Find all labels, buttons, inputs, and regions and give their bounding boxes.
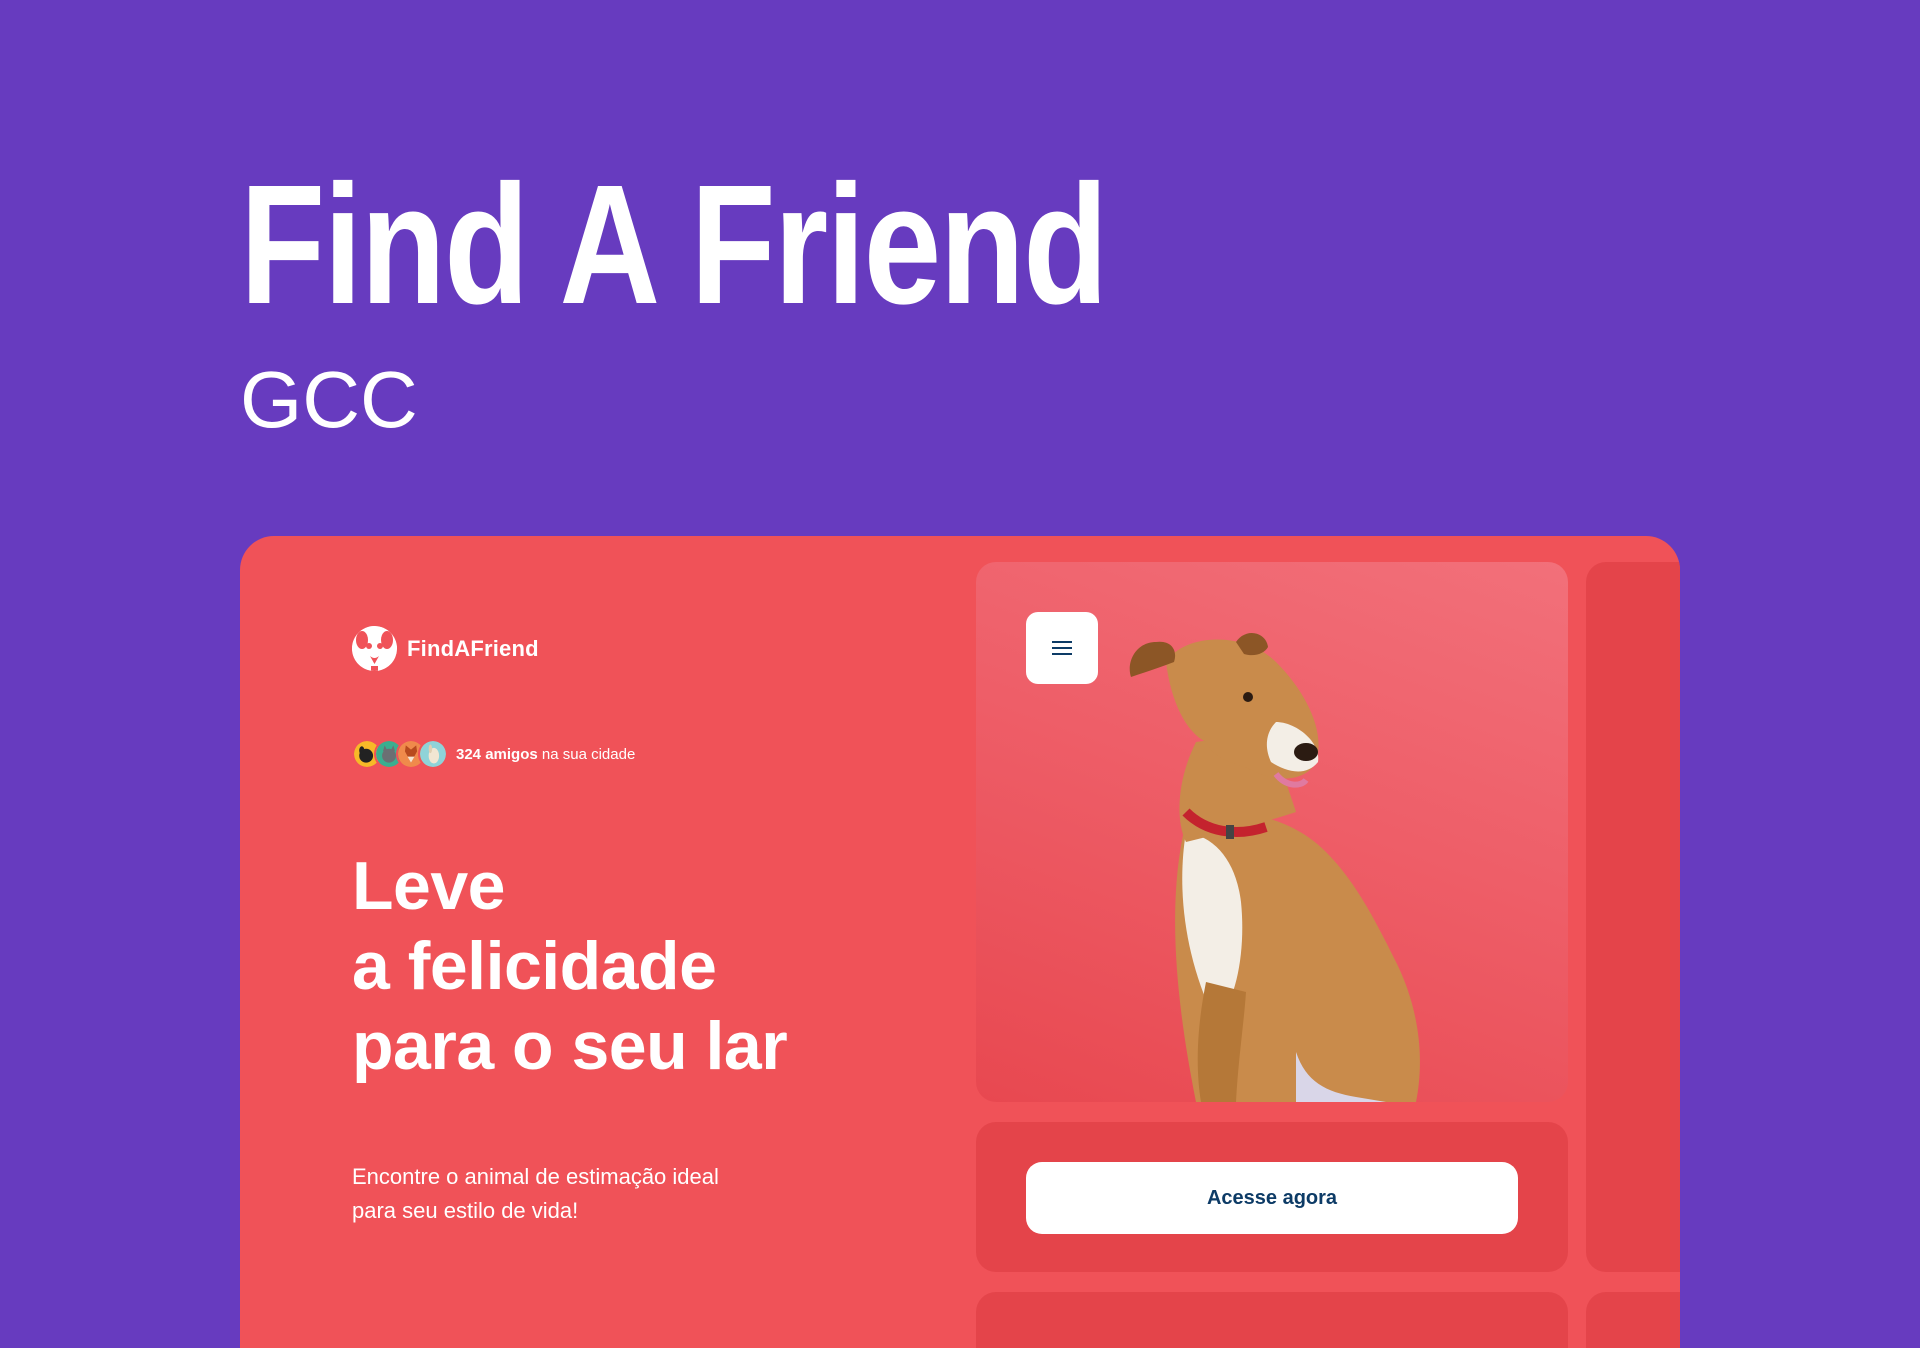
friends-counter: 324 amigos na sua cidade (352, 739, 635, 769)
menu-button[interactable] (1026, 612, 1098, 684)
white-dog-avatar (418, 739, 448, 769)
headline-line: para o seu lar (352, 1008, 788, 1084)
friends-text: 324 amigos na sua cidade (456, 746, 635, 763)
tagline-line: para seu estilo de vida! (352, 1198, 579, 1223)
side-card (1586, 562, 1680, 1272)
dog-photo (1129, 632, 1420, 1102)
bottom-side-card (1586, 1292, 1680, 1348)
page-title: Find A Friend (240, 150, 1108, 340)
avatar-group (352, 739, 448, 769)
brand-name: FindAFriend (407, 635, 539, 661)
friends-suffix: na sua cidade (537, 745, 636, 763)
bottom-card (976, 1292, 1568, 1348)
cta-card: Acesse agora (976, 1122, 1568, 1272)
headline-line: Leve (352, 848, 506, 924)
tagline-line: Encontre o animal de estimação ideal (352, 1164, 719, 1189)
hamburger-menu-icon (1052, 641, 1072, 655)
page-subtitle: GCC (240, 355, 418, 444)
dog-face-logo-icon (352, 626, 397, 671)
brand[interactable]: FindAFriend (352, 626, 539, 671)
friends-count: 324 amigos (456, 745, 538, 763)
access-now-button[interactable]: Acesse agora (1026, 1162, 1518, 1234)
hero-photo-card (976, 562, 1568, 1102)
app-mockup: FindAFriend 324 amigos na sua cidade Lev… (240, 536, 1680, 1348)
tagline: Encontre o animal de estimação ideal par… (352, 1160, 772, 1228)
headline: Leve a felicidade para o seu lar (352, 846, 788, 1086)
headline-line: a felicidade (352, 928, 717, 1004)
